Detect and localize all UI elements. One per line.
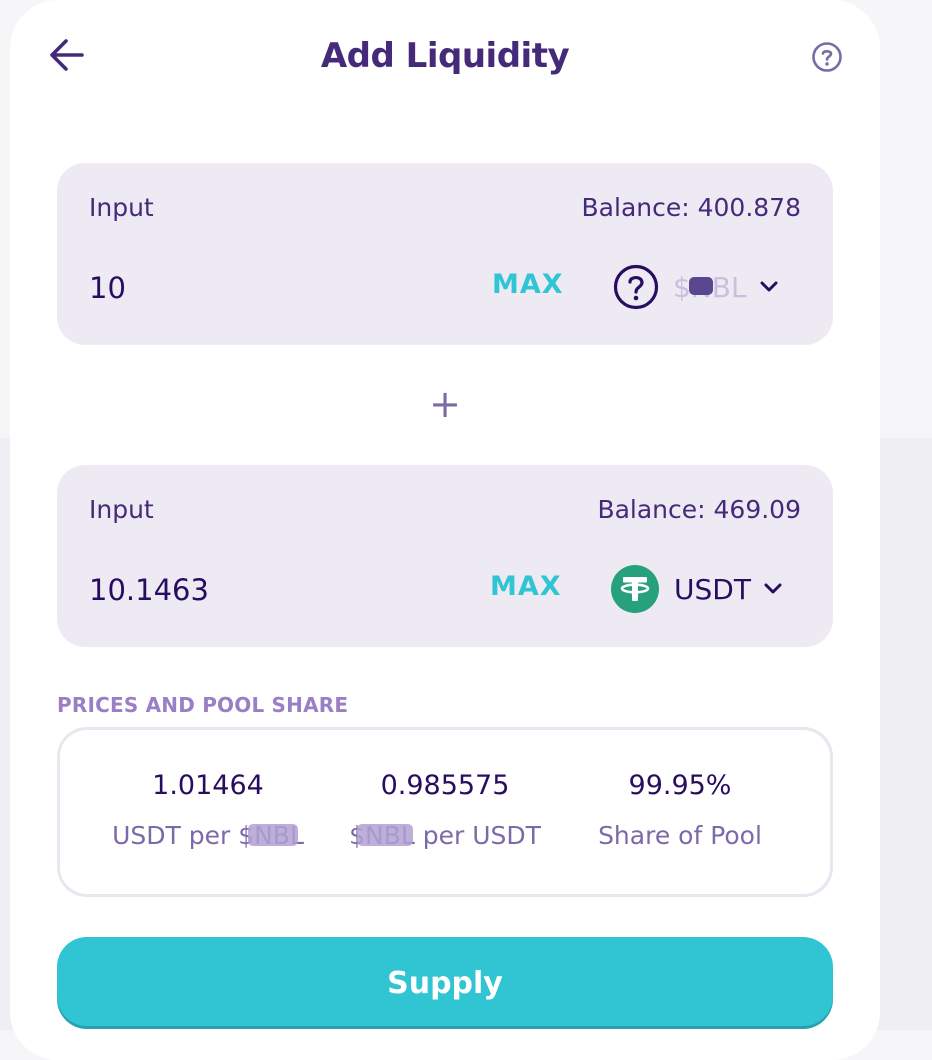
- redaction-blur: [689, 276, 713, 295]
- redaction-blur: [248, 824, 298, 846]
- stat-price-token-per-usdt: 0.985575 $NBL per USDT: [325, 770, 565, 850]
- plus-icon: +: [429, 382, 461, 426]
- stat-value: 1.01464: [152, 770, 264, 801]
- input-label: Input: [89, 193, 154, 222]
- balance-text: Balance: 469.09: [597, 495, 801, 524]
- token-symbol-b: USDT: [674, 572, 751, 606]
- stat-label: USDT per $NBL: [112, 821, 304, 850]
- tether-usdt-icon: [611, 565, 659, 613]
- supply-button[interactable]: Supply: [57, 937, 833, 1029]
- stat-label: $NBL per USDT: [349, 821, 541, 850]
- max-button-b[interactable]: MAX: [490, 571, 562, 602]
- input-panel-a: Input Balance: 400.878 MAX $NBL: [57, 163, 833, 345]
- stat-value: 0.985575: [380, 770, 510, 801]
- max-button-a[interactable]: MAX: [492, 269, 564, 300]
- prices-section-title: PRICES AND POOL SHARE: [57, 693, 349, 717]
- token-select-b[interactable]: USDT: [610, 561, 783, 617]
- balance-text: Balance: 400.878: [581, 193, 801, 222]
- token-symbol-a: $NBL: [673, 271, 747, 304]
- question-circle-icon: [812, 42, 842, 72]
- chevron-down-icon: [763, 582, 783, 596]
- stat-value: 99.95%: [628, 770, 732, 801]
- redaction-blur: [357, 824, 413, 846]
- input-label: Input: [89, 495, 154, 524]
- page-title: Add Liquidity: [320, 36, 570, 76]
- stat-price-usdt-per-token: 1.01464 USDT per $NBL: [88, 770, 328, 850]
- stat-share-of-pool: 99.95% Share of Pool: [560, 770, 800, 850]
- amount-input-b[interactable]: [81, 563, 457, 617]
- chevron-down-icon: [759, 280, 779, 294]
- pool-share-box: 1.01464 USDT per $NBL 0.985575 $NBL per …: [57, 727, 833, 897]
- token-select-a[interactable]: $NBL: [613, 259, 779, 315]
- add-liquidity-card: Add Liquidity Input Balance: 400.878 MAX…: [10, 0, 880, 1060]
- amount-input-a[interactable]: [81, 261, 457, 315]
- stat-label: Share of Pool: [598, 821, 762, 850]
- unknown-token-question-icon: [613, 264, 659, 310]
- help-button[interactable]: [810, 40, 844, 74]
- input-panel-b: Input Balance: 469.09 MAX USDT: [57, 465, 833, 647]
- header: Add Liquidity: [10, 0, 880, 120]
